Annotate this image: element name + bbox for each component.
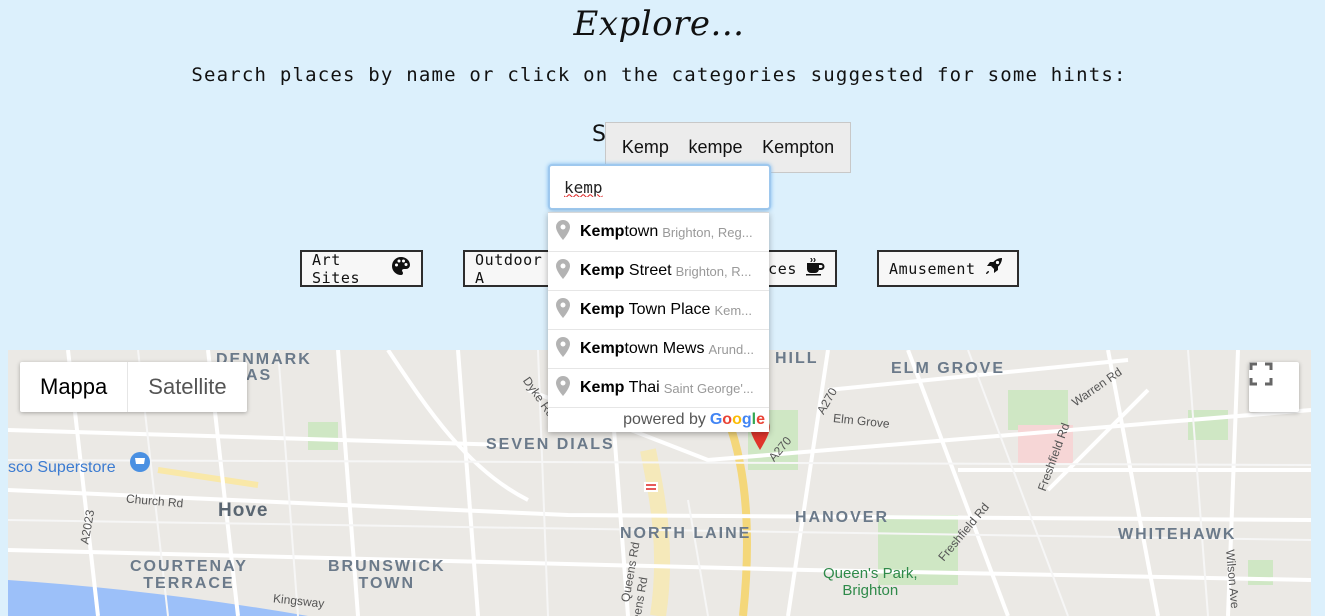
search-label: S — [592, 122, 606, 147]
autocomplete-item[interactable]: Kemp Street Brighton, R... — [548, 252, 769, 291]
google-logo: Google — [709, 411, 765, 428]
map-label-hill: HILL — [775, 350, 819, 367]
autocomplete-item[interactable]: Kemp Town Place Kem... — [548, 291, 769, 330]
map-label-superstore: sco Superstore — [8, 459, 116, 476]
item-text: town — [624, 223, 659, 240]
autocomplete-footer: powered by Google — [548, 408, 769, 432]
item-text: Thai — [624, 379, 660, 396]
category-amusement-button[interactable]: Amusement — [877, 250, 1019, 287]
autocomplete-item[interactable]: Kemptown Mews Arund... — [548, 330, 769, 369]
item-text: town Mews — [624, 340, 705, 357]
autocomplete-item[interactable]: Kemptown Brighton, Reg... — [548, 213, 769, 252]
page-title: Explore... — [573, 4, 745, 44]
palette-icon — [391, 256, 411, 281]
fullscreen-button[interactable] — [1249, 362, 1299, 412]
map-type-satellite-button[interactable]: Satellite — [128, 362, 246, 412]
map-label-queens-park: Queen's Park, Brighton — [823, 565, 918, 599]
search-input[interactable] — [548, 164, 771, 210]
item-secondary-text: Saint George'... — [663, 380, 754, 396]
item-secondary-text: Kem... — [714, 302, 753, 318]
location-pin-icon — [556, 297, 570, 323]
match-text: Kemp — [580, 223, 625, 240]
match-text: Kemp — [580, 301, 625, 318]
item-secondary-text: Brighton, Reg... — [662, 224, 753, 240]
spell-suggestion[interactable]: kempe — [688, 137, 742, 158]
category-label: Amusement — [889, 259, 976, 278]
location-pin-icon — [556, 375, 570, 401]
rocket-icon — [984, 256, 1004, 281]
map-label-seven-dials: SEVEN DIALS — [486, 436, 615, 453]
map-label-hanover: HANOVER — [795, 509, 890, 526]
item-text: Town Place — [624, 301, 711, 318]
autocomplete-dropdown: Kemptown Brighton, Reg... Kemp Street Br… — [548, 212, 769, 432]
item-secondary-text: Brighton, R... — [675, 263, 752, 279]
location-pin-icon — [556, 219, 570, 245]
map-type-control: Mappa Satellite — [20, 362, 247, 412]
autocomplete-item[interactable]: Kemp Thai Saint George'... — [548, 369, 769, 408]
category-label: Art Sites — [312, 250, 361, 287]
match-text: Kemp — [580, 262, 625, 279]
item-text: Street — [624, 262, 672, 279]
map-label-courtenay-terrace: COURTENAY TERRACE — [130, 558, 248, 592]
powered-by-text: powered by — [623, 411, 706, 428]
coffee-icon — [805, 256, 825, 281]
map-label-elm-grove: ELM GROVE — [891, 360, 1006, 377]
item-secondary-text: Arund... — [708, 341, 755, 357]
location-pin-icon — [556, 336, 570, 362]
spell-suggestion[interactable]: Kemp — [622, 137, 669, 158]
map-label-hove: Hove — [218, 500, 269, 521]
match-text: Kemp — [580, 340, 625, 357]
match-text: Kemp — [580, 379, 625, 396]
page-subtitle: Search places by name or click on the ca… — [191, 64, 1127, 86]
map-label-north-laine: NORTH LAINE — [620, 525, 752, 542]
location-pin-icon — [556, 258, 570, 284]
spell-suggestion[interactable]: Kempton — [762, 137, 834, 158]
map-type-map-button[interactable]: Mappa — [20, 362, 129, 412]
category-places-button[interactable]: aces — [758, 250, 837, 287]
map-label-brunswick-town: BRUNSWICK TOWN — [328, 558, 446, 592]
category-art-sites-button[interactable]: Art Sites — [300, 250, 423, 287]
map-label-whitehawk: WHITEHAWK — [1118, 526, 1237, 543]
